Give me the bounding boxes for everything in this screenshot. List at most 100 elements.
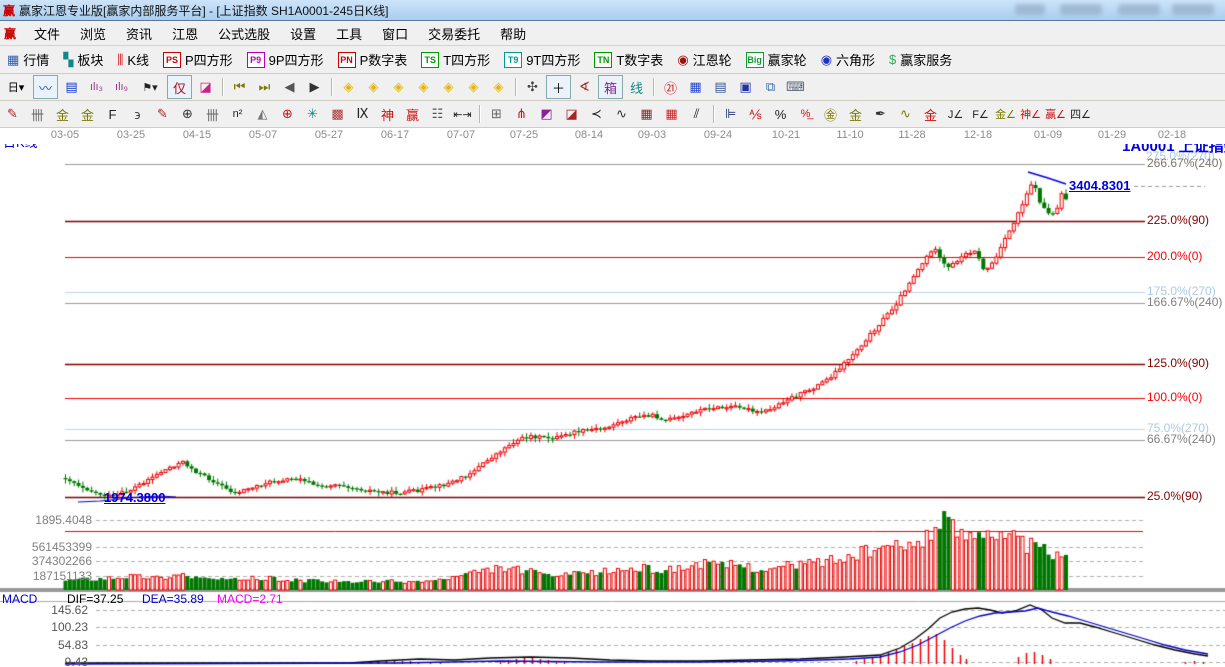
prev-page-button[interactable]: ◀: [278, 76, 301, 98]
target-icon[interactable]: ⊕: [276, 103, 299, 125]
ruler-icon[interactable]: 卌: [26, 103, 49, 125]
gold-ruler2-icon[interactable]: 金: [76, 103, 99, 125]
crosshair-tool[interactable]: ＋: [546, 75, 571, 99]
menu-item-1[interactable]: 浏览: [70, 25, 116, 44]
gann-wheel-button[interactable]: ◉ 江恩轮: [670, 48, 738, 71]
sector-button[interactable]: ▚ 板块: [56, 48, 110, 71]
bars-9-icon[interactable]: ılı₉: [110, 76, 133, 98]
f-ruler-icon[interactable]: F: [101, 103, 124, 125]
span-arrow-icon[interactable]: ⇤⇥: [451, 103, 474, 125]
gann-diamond-7[interactable]: ◈: [487, 76, 510, 98]
gold-underline-icon[interactable]: 金: [919, 103, 942, 125]
nine-t-square-button[interactable]: T9 9T四方形: [497, 48, 587, 71]
menu-item-9[interactable]: 帮助: [490, 25, 536, 44]
ruler2-icon[interactable]: 卌: [201, 103, 224, 125]
kline-button[interactable]: ⫼ K线: [110, 48, 156, 71]
gann-diamond-2[interactable]: ◈: [362, 76, 385, 98]
menu-item-6[interactable]: 工具: [326, 25, 372, 44]
gold-angle-icon[interactable]: 金∠: [994, 103, 1017, 125]
ying-tool-icon[interactable]: 赢: [401, 103, 424, 125]
order-icon[interactable]: ⌨: [784, 76, 807, 98]
f-angle-icon[interactable]: F∠: [969, 103, 992, 125]
gold-line-icon[interactable]: 金: [844, 103, 867, 125]
spider-web-icon[interactable]: ▩: [326, 103, 349, 125]
realtime-chart-icon[interactable]: 〰: [33, 75, 58, 99]
gann-diamond-1[interactable]: ◈: [337, 76, 360, 98]
grid-red2-icon[interactable]: ▦: [660, 103, 683, 125]
wave-icon[interactable]: ∿: [894, 103, 917, 125]
ying-angle-icon[interactable]: 赢∠: [1044, 103, 1067, 125]
angle-measure-tool[interactable]: ∢: [573, 76, 596, 98]
quote-button[interactable]: ▦ 行情: [0, 48, 56, 71]
ruler-123-icon[interactable]: ☷: [426, 103, 449, 125]
si-angle-icon[interactable]: 四∠: [1069, 103, 1092, 125]
shen-angle-icon[interactable]: 神∠: [1019, 103, 1042, 125]
percent-red-icon[interactable]: ⅍: [744, 103, 767, 125]
menu-item-0[interactable]: 文件: [24, 25, 70, 44]
percent-icon[interactable]: %: [769, 103, 792, 125]
titlebar-blurred-item[interactable]: [1118, 4, 1160, 15]
winner-wheel-button[interactable]: Big 赢家轮: [739, 48, 814, 71]
gann-diamond-6[interactable]: ◈: [462, 76, 485, 98]
calculator-icon[interactable]: ▦: [684, 76, 707, 98]
gann-diamond-5[interactable]: ◈: [437, 76, 460, 98]
fan-box-purple-icon[interactable]: ◩: [535, 103, 558, 125]
star-web-icon[interactable]: ✳: [301, 103, 324, 125]
titlebar-blurred-item[interactable]: [1172, 4, 1214, 15]
export-icon[interactable]: ⧉: [759, 76, 782, 98]
circle-ruler-icon[interactable]: ⊕: [176, 103, 199, 125]
gold-ruler-icon[interactable]: 金: [51, 103, 74, 125]
line-tool[interactable]: 线: [625, 76, 648, 98]
titlebar-blurred-item[interactable]: [1015, 4, 1045, 15]
f10-info-icon[interactable]: ▤: [60, 76, 83, 98]
winner-service-button[interactable]: $ 赢家服务: [882, 48, 959, 71]
grid-red-icon[interactable]: ▦: [635, 103, 658, 125]
menu-item-8[interactable]: 交易委托: [418, 25, 490, 44]
titlebar-blurred-item[interactable]: [1060, 4, 1102, 15]
period-daily-dropdown[interactable]: 日▾: [1, 76, 31, 98]
parallel-icon[interactable]: ⫽: [685, 103, 708, 125]
fan-red-icon[interactable]: ⋔: [510, 103, 533, 125]
last-page-button[interactable]: ⏭: [253, 76, 276, 98]
menu-item-3[interactable]: 江恩: [162, 25, 208, 44]
fan-box-red-icon[interactable]: ◪: [560, 103, 583, 125]
zigzag-icon[interactable]: ∿: [610, 103, 633, 125]
gann-diamond-4[interactable]: ◈: [412, 76, 435, 98]
t-number-table-button[interactable]: TN T数字表: [587, 48, 670, 71]
notepad-icon[interactable]: ▤: [709, 76, 732, 98]
hand-tool[interactable]: ✣: [521, 76, 544, 98]
nine-p-square-button[interactable]: P9 9P四方形: [240, 48, 331, 71]
next-page-button[interactable]: ▶: [303, 76, 326, 98]
box-grid-icon[interactable]: ⊞: [485, 103, 508, 125]
wenshi-icon[interactable]: 仅: [167, 75, 192, 99]
menu-item-5[interactable]: 设置: [280, 25, 326, 44]
k-quote-icon[interactable]: Ⅸ: [351, 103, 374, 125]
t-square-button[interactable]: TS T四方形: [414, 48, 497, 71]
menu-item-4[interactable]: 公式选股: [208, 25, 280, 44]
box-tool[interactable]: 箱: [598, 75, 623, 99]
gann-diamond-3[interactable]: ◈: [387, 76, 410, 98]
pen2-tool-icon[interactable]: ✎: [151, 103, 174, 125]
first-page-button[interactable]: ⏮: [228, 76, 251, 98]
spiral-icon[interactable]: ϶: [126, 103, 149, 125]
pen-tool-icon[interactable]: ✎: [1, 103, 24, 125]
mirror-angle-icon[interactable]: ◭: [251, 103, 274, 125]
gold-circle-icon[interactable]: ㊎: [819, 103, 842, 125]
title-bar[interactable]: 赢 赢家江恩专业版[赢家内部服务平台] - [上证指数 SH1A0001-245…: [0, 0, 1225, 21]
bars-3-icon[interactable]: ılı₃: [85, 76, 108, 98]
flag-dropdown[interactable]: ⚑▾: [135, 76, 165, 98]
p-number-table-button[interactable]: PN P数字表: [331, 48, 415, 71]
shen-tool-icon[interactable]: 神: [376, 103, 399, 125]
scale-icon[interactable]: ⊫: [719, 103, 742, 125]
menu-item-7[interactable]: 窗口: [372, 25, 418, 44]
percent-line-icon[interactable]: %̲: [794, 103, 817, 125]
fan-lines-icon[interactable]: ≺: [585, 103, 608, 125]
j-angle-icon[interactable]: J∠: [944, 103, 967, 125]
save-icon[interactable]: ▣: [734, 76, 757, 98]
n-square-icon[interactable]: n²: [226, 103, 249, 125]
hexagon-button[interactable]: ◉ 六角形: [814, 48, 882, 71]
brush-icon[interactable]: ✒: [869, 103, 892, 125]
chart-style-icon[interactable]: ◪: [194, 76, 217, 98]
menu-item-2[interactable]: 资讯: [116, 25, 162, 44]
calendar-icon[interactable]: ㉑: [659, 76, 682, 98]
